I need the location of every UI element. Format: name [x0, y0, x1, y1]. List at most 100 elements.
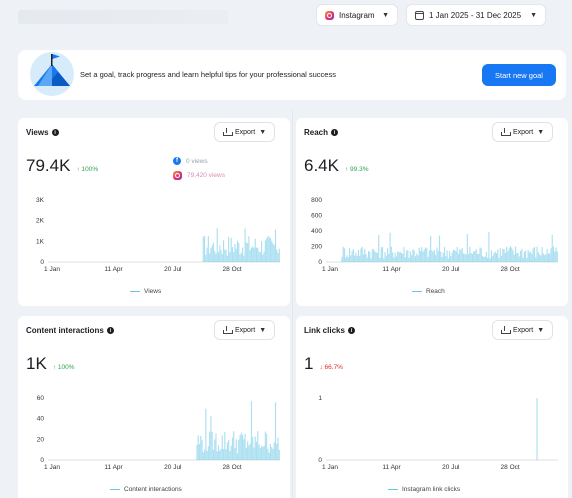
- link-clicks-card: Link clicks i Export ▼ 1 ↓ 66.7% 011 Jan…: [296, 316, 568, 498]
- chart-data-mark: [207, 446, 209, 460]
- chart-data-mark: [513, 254, 515, 262]
- chart-data-mark: [239, 435, 241, 460]
- chart-data-mark: [541, 247, 543, 262]
- chart-data-mark: [463, 253, 465, 262]
- views-chart: 0 1K 2K 3K 1 Jan 11 Apr 20 Jul 28 Oct: [36, 197, 280, 273]
- chart-data-mark: [240, 432, 242, 460]
- chart-data-mark: [533, 246, 536, 262]
- chart-data-mark: [381, 247, 384, 262]
- chart-data-mark: [225, 249, 227, 262]
- chart-data-mark: [224, 249, 226, 262]
- chart-data-mark: [398, 252, 400, 262]
- y-tick-label: 1K: [36, 238, 45, 245]
- chart-data-mark: [418, 247, 420, 262]
- chart-data-mark: [393, 257, 395, 262]
- goal-banner-text: Set a goal, track progress and learn hel…: [80, 70, 336, 79]
- chart-data-mark: [517, 253, 519, 262]
- chart-data-mark: [200, 435, 202, 460]
- chart-data-mark: [389, 232, 391, 262]
- chart-data-mark: [226, 255, 228, 262]
- chart-data-mark: [216, 451, 218, 460]
- date-range-dropdown[interactable]: 1 Jan 2025 - 31 Dec 2025 ▼: [406, 4, 546, 26]
- chart-data-mark: [518, 256, 520, 262]
- chart-data-mark: [384, 252, 386, 262]
- chart-data-mark: [551, 234, 553, 262]
- chart-data-mark: [341, 256, 343, 262]
- chart-data-mark: [493, 252, 495, 262]
- chart-data-mark: [433, 249, 436, 262]
- x-tick-label: 20 Jul: [442, 266, 460, 273]
- chart-data-mark: [201, 439, 203, 460]
- y-tick-label: 20: [37, 436, 45, 443]
- chart-data-mark: [374, 251, 376, 262]
- chart-data-mark: [212, 449, 215, 460]
- chart-data-mark: [236, 240, 239, 262]
- chart-data-mark: [530, 251, 532, 262]
- views-card: Views i Export ▼ 79.4K ↑ 100% f 0 views …: [18, 118, 290, 306]
- chart-data-mark: [262, 254, 264, 262]
- chart-data-mark: [243, 255, 245, 262]
- chart-data-mark: [205, 408, 207, 460]
- chart-data-mark: [409, 251, 411, 262]
- chart-data-mark: [430, 235, 432, 262]
- chart-data-mark: [209, 431, 211, 460]
- chart-data-mark: [536, 246, 538, 262]
- link-clicks-chart: 0 1 1 Jan 11 Apr 20 Jul 28 Oct: [318, 395, 558, 471]
- chart-data-mark: [231, 437, 234, 460]
- chart-data-mark: [371, 249, 373, 262]
- chart-data-mark: [516, 253, 518, 262]
- chart-data-mark: [525, 250, 527, 262]
- chart-data-mark: [411, 255, 413, 262]
- chart-data-mark: [210, 248, 212, 262]
- chart-data-mark: [497, 249, 499, 262]
- chart-data-mark: [365, 254, 367, 262]
- chart-data-mark: [215, 433, 217, 460]
- legend-label: Views: [144, 288, 162, 295]
- x-tick-label: 11 Apr: [382, 266, 401, 273]
- chart-data-mark: [406, 250, 408, 262]
- platform-dropdown[interactable]: Instagram ▼: [316, 4, 398, 26]
- column-divider: [292, 110, 293, 498]
- chart-data-mark: [390, 246, 392, 262]
- calendar-icon: [415, 10, 424, 20]
- chart-data-mark: [254, 238, 256, 262]
- chart-data-mark: [234, 244, 236, 262]
- chart-data-mark: [228, 236, 230, 262]
- chart-data-mark: [535, 257, 537, 262]
- chart-data-mark: [379, 257, 381, 262]
- chart-data-mark: [273, 442, 275, 460]
- chart-data-mark: [552, 246, 555, 262]
- chart-data-mark: [356, 255, 358, 262]
- chart-data-mark: [394, 252, 396, 262]
- chart-data-mark: [351, 251, 353, 262]
- chart-data-mark: [447, 258, 449, 262]
- chart-data-mark: [212, 242, 215, 262]
- chart-legend: Instagram link clicks: [388, 486, 460, 493]
- chart-data-mark: [475, 249, 477, 262]
- x-tick-label: 1 Jan: [322, 266, 338, 273]
- chart-data-mark: [239, 254, 241, 262]
- chart-data-mark: [248, 236, 250, 262]
- chart-data-mark: [272, 243, 274, 262]
- y-tick-label: 0: [318, 457, 322, 464]
- chart-data-mark: [376, 252, 379, 262]
- chart-data-mark: [499, 248, 501, 262]
- y-tick-label: 0: [318, 259, 322, 266]
- chart-data-mark: [442, 252, 444, 262]
- chart-data-mark: [255, 441, 258, 460]
- chart-data-mark: [550, 248, 552, 262]
- chart-data-mark: [238, 242, 240, 262]
- chart-data-mark: [400, 253, 403, 262]
- chart-data-mark: [432, 251, 434, 262]
- goal-illustration-icon: [30, 52, 74, 96]
- chart-data-mark: [231, 247, 234, 262]
- chart-data-mark: [501, 255, 503, 262]
- chart-data-mark: [476, 253, 479, 262]
- x-tick-label: 1 Jan: [44, 266, 60, 273]
- chart-data-mark: [435, 255, 437, 262]
- chart-data-mark: [403, 247, 405, 262]
- start-new-goal-button[interactable]: Start new goal: [482, 64, 556, 86]
- chart-data-mark: [544, 255, 546, 262]
- legend-swatch: [130, 290, 140, 293]
- platform-label: Instagram: [339, 10, 375, 20]
